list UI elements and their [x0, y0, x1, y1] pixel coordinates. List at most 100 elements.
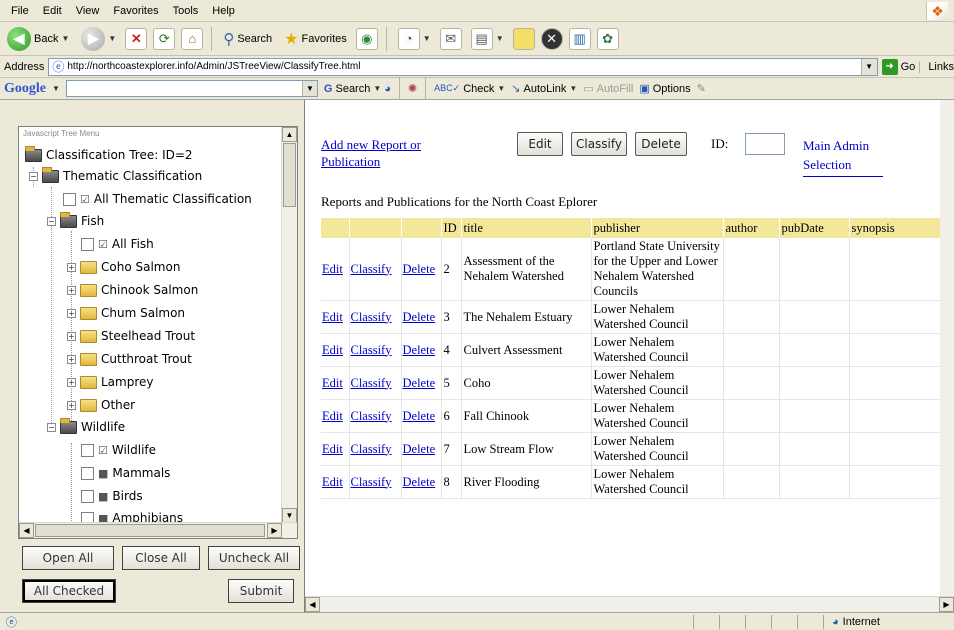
google-logo[interactable]: Google — [4, 81, 46, 97]
row-edit-link[interactable]: Edit — [322, 475, 343, 489]
tree-vertical-scrollbar[interactable]: ▲ ▼ — [281, 127, 297, 523]
classify-button[interactable]: Classify — [571, 132, 627, 156]
print-button[interactable]: ▤ ▼ — [468, 25, 507, 53]
messenger-icon[interactable]: ✕ — [540, 27, 563, 50]
row-delete-link[interactable]: Delete — [403, 343, 436, 357]
autofill-button[interactable]: ▭ AutoFill — [583, 82, 633, 96]
tree-node-thematic[interactable]: − Thematic Classification — [29, 166, 202, 186]
submit-button[interactable]: Submit — [228, 579, 294, 603]
media-icon[interactable]: ◉ — [355, 27, 378, 50]
scroll-right-icon[interactable]: ▶ — [267, 523, 282, 538]
tree-horizontal-scrollbar[interactable]: ◀ ▶ — [19, 522, 297, 538]
options-button[interactable]: ▣ Options — [639, 82, 690, 96]
tree-node-steelhead[interactable]: + Steelhead Trout — [67, 326, 195, 346]
row-classify-link[interactable]: Classify — [351, 409, 392, 423]
go-button[interactable]: ➜ Go — [881, 58, 915, 75]
node-checkbox[interactable] — [81, 443, 94, 457]
menu-view[interactable]: View — [69, 5, 107, 17]
row-classify-link[interactable]: Classify — [351, 310, 392, 324]
favorites-button[interactable]: ★ Favorites — [281, 25, 350, 53]
history-button[interactable]: ◔ ▼ — [395, 25, 434, 53]
row-classify-link[interactable]: Classify — [351, 475, 392, 489]
refresh-icon[interactable]: ⟳ — [153, 27, 176, 50]
uncheck-all-button[interactable]: Uncheck All — [208, 546, 300, 570]
scroll-left-icon[interactable]: ◀ — [305, 597, 320, 612]
all-checked-button[interactable]: All Checked — [22, 579, 116, 603]
menu-help[interactable]: Help — [205, 5, 242, 17]
tree-node-lamprey[interactable]: + Lamprey — [67, 372, 154, 392]
tree-node-amphibians[interactable]: ■ Amphibians — [81, 508, 183, 523]
tree-node-mammals[interactable]: ■ Mammals — [81, 463, 170, 483]
node-checkbox[interactable] — [63, 192, 76, 206]
node-checkbox[interactable] — [81, 237, 94, 251]
menu-file[interactable]: File — [4, 5, 36, 17]
scroll-left-icon[interactable]: ◀ — [19, 523, 34, 538]
row-edit-link[interactable]: Edit — [322, 376, 343, 390]
row-edit-link[interactable]: Edit — [322, 409, 343, 423]
row-edit-link[interactable]: Edit — [322, 343, 343, 357]
row-delete-link[interactable]: Delete — [403, 310, 436, 324]
menu-edit[interactable]: Edit — [36, 5, 69, 17]
tree-root[interactable]: Classification Tree: ID=2 — [25, 145, 193, 165]
node-checkbox[interactable] — [81, 489, 94, 503]
links-button[interactable]: Links — [919, 60, 954, 73]
reports-vertical-scrollbar[interactable] — [940, 100, 954, 596]
row-delete-link[interactable]: Delete — [403, 409, 436, 423]
row-classify-link[interactable]: Classify — [351, 442, 392, 456]
scroll-right-icon[interactable]: ▶ — [939, 597, 954, 612]
main-admin-link[interactable]: Main Admin Selection — [803, 138, 869, 172]
autolink-button[interactable]: ↘ AutoLink ▼ — [511, 82, 577, 96]
research-icon[interactable]: ▥ — [568, 27, 591, 50]
back-button[interactable]: ◀ Back ▼ — [4, 25, 72, 53]
pencil-icon[interactable]: ✎ — [697, 82, 706, 95]
row-classify-link[interactable]: Classify — [351, 343, 392, 357]
tree-node-wildlife-all[interactable]: ☑ Wildlife — [81, 440, 156, 460]
google-search-input[interactable]: ▼ — [65, 80, 318, 97]
delete-button[interactable]: Delete — [635, 132, 687, 156]
address-input[interactable]: ⓔ http://northcoastexplorer.info/Admin/J… — [48, 57, 878, 76]
close-all-button[interactable]: Close All — [122, 546, 200, 570]
forward-button[interactable]: ▶ ▼ — [78, 25, 119, 53]
row-classify-link[interactable]: Classify — [351, 262, 392, 276]
row-delete-link[interactable]: Delete — [403, 376, 436, 390]
folder-icon[interactable] — [512, 27, 535, 50]
tree-node-chinook[interactable]: + Chinook Salmon — [67, 280, 198, 300]
tree-node-all-fish[interactable]: ☑ All Fish — [81, 234, 154, 254]
reports-horizontal-scrollbar[interactable]: ◀ ▶ — [305, 596, 954, 612]
scroll-down-icon[interactable]: ▼ — [282, 508, 297, 523]
tree-node-all-thematic[interactable]: ☑ All Thematic Classification — [63, 189, 252, 209]
add-report-link[interactable]: Add new Report or Publication — [321, 137, 421, 169]
row-delete-link[interactable]: Delete — [403, 475, 436, 489]
tree-node-chum[interactable]: + Chum Salmon — [67, 303, 185, 323]
row-edit-link[interactable]: Edit — [322, 262, 343, 276]
row-classify-link[interactable]: Classify — [351, 376, 392, 390]
home-icon[interactable]: ⌂ — [181, 27, 204, 50]
open-all-button[interactable]: Open All — [22, 546, 114, 570]
google-search-dropdown-icon[interactable]: ▼ — [301, 81, 317, 96]
menu-favorites[interactable]: Favorites — [106, 5, 165, 17]
row-delete-link[interactable]: Delete — [403, 262, 436, 276]
tree-node-birds[interactable]: ■ Birds — [81, 486, 143, 506]
scroll-thumb[interactable] — [283, 143, 296, 207]
node-checkbox[interactable] — [81, 466, 94, 480]
popup-blocker-icon[interactable]: ✺ — [408, 82, 417, 95]
row-edit-link[interactable]: Edit — [322, 442, 343, 456]
search-button[interactable]: ⚲ Search — [220, 25, 275, 53]
id-input[interactable] — [745, 133, 785, 155]
scroll-thumb[interactable] — [35, 524, 265, 537]
scroll-up-icon[interactable]: ▲ — [282, 127, 297, 142]
mail-icon[interactable]: ✉ — [439, 27, 462, 50]
tree-node-cutthroat[interactable]: + Cutthroat Trout — [67, 349, 192, 369]
spell-check-button[interactable]: ABC✓ Check ▼ — [434, 83, 505, 95]
edit-button[interactable]: Edit — [517, 132, 563, 156]
stop-icon[interactable]: ✕ — [125, 27, 148, 50]
tree-node-fish[interactable]: − Fish — [47, 211, 104, 231]
row-delete-link[interactable]: Delete — [403, 442, 436, 456]
tree-node-wildlife[interactable]: − Wildlife — [47, 417, 125, 437]
google-search-button[interactable]: G Search ▼ ◕ — [324, 83, 391, 95]
tree-node-coho[interactable]: + Coho Salmon — [67, 257, 180, 277]
address-dropdown-icon[interactable]: ▼ — [860, 58, 877, 75]
tree-node-other[interactable]: + Other — [67, 395, 135, 415]
plugin-icon[interactable]: ✿ — [596, 27, 619, 50]
row-edit-link[interactable]: Edit — [322, 310, 343, 324]
